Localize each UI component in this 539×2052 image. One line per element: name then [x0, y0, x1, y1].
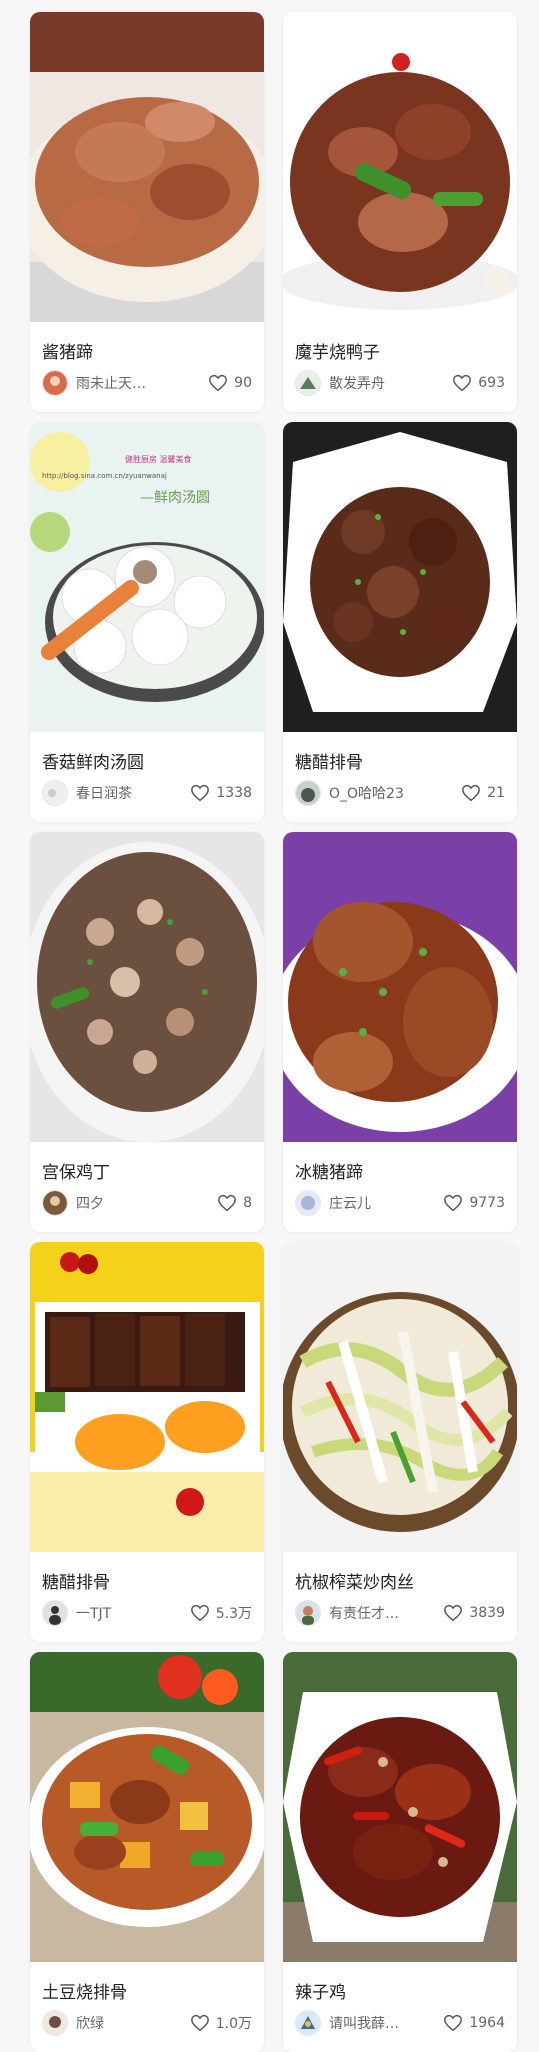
- heart-icon: [191, 784, 210, 802]
- like-count-value: 1.0万: [215, 2016, 252, 2032]
- heart-icon: [444, 1194, 463, 1212]
- recipe-photo[interactable]: [30, 1242, 264, 1552]
- recipe-meta: 一TJT 5.3万: [42, 1598, 252, 1628]
- like-count-value: 90: [234, 375, 252, 391]
- author-avatar[interactable]: [295, 780, 321, 806]
- like-count-value: 693: [478, 375, 505, 391]
- watermark-line2: http://blog.sina.com.cn/zyuanwanaj: [42, 472, 167, 480]
- heart-icon: [444, 1604, 463, 1622]
- recipe-photo[interactable]: [283, 832, 517, 1142]
- author-name[interactable]: O_O哈哈23: [329, 783, 455, 803]
- recipe-title[interactable]: 宫保鸡丁: [42, 1158, 110, 1183]
- author-avatar[interactable]: [42, 2010, 68, 2036]
- recipe-title[interactable]: 杭椒榨菜炒肉丝: [295, 1568, 414, 1593]
- author-avatar[interactable]: [42, 370, 68, 396]
- recipe-meta: 欣绿 1.0万: [42, 2008, 252, 2038]
- author-avatar[interactable]: [295, 1600, 321, 1626]
- author-avatar[interactable]: [295, 2010, 321, 2036]
- recipe-meta: 雨未止天… 90: [42, 368, 252, 398]
- recipe-card[interactable]: 宫保鸡丁 四夕 8: [30, 832, 264, 1232]
- recipe-title[interactable]: 糖醋排骨: [42, 1568, 110, 1593]
- heart-icon: [190, 1604, 209, 1622]
- author-name[interactable]: 雨未止天…: [76, 373, 202, 393]
- recipe-meta: 请叫我薛… 1964: [295, 2008, 505, 2038]
- like-count[interactable]: 1338: [190, 784, 252, 802]
- recipe-card[interactable]: 魔芋烧鸭子 散发弄舟 693: [283, 12, 517, 412]
- recipe-photo[interactable]: 健胜厨房 温馨美食 http://blog.sina.com.cn/zyuanw…: [30, 422, 264, 732]
- recipe-photo[interactable]: [30, 12, 264, 322]
- recipe-photo[interactable]: [30, 1652, 264, 1962]
- author-name[interactable]: 散发弄舟: [329, 373, 446, 393]
- author-avatar[interactable]: [42, 780, 68, 806]
- recipe-meta: O_O哈哈23 21: [295, 778, 505, 808]
- author-avatar[interactable]: [295, 1190, 321, 1216]
- watermark-line1: 健胜厨房 温馨美食: [125, 454, 192, 464]
- heart-icon: [190, 2014, 209, 2032]
- recipe-card[interactable]: 冰糖猪蹄 庄云儿 9773: [283, 832, 517, 1232]
- recipe-photo[interactable]: [283, 1242, 517, 1552]
- like-count[interactable]: 1.0万: [190, 2013, 252, 2033]
- author-name[interactable]: 春日润茶: [76, 783, 184, 803]
- recipe-meta: 四夕 8: [42, 1188, 252, 1218]
- author-name[interactable]: 四夕: [76, 1193, 211, 1213]
- like-count-value: 8: [243, 1195, 252, 1211]
- like-count-value: 1338: [216, 785, 252, 801]
- author-avatar[interactable]: [42, 1190, 68, 1216]
- recipe-card[interactable]: 土豆烧排骨 欣绿 1.0万: [30, 1652, 264, 2052]
- author-name[interactable]: 一TJT: [76, 1603, 184, 1623]
- recipe-photo[interactable]: [283, 12, 517, 322]
- like-count[interactable]: 5.3万: [190, 1603, 252, 1623]
- recipe-photo[interactable]: [283, 422, 517, 732]
- recipe-meta: 春日润茶 1338: [42, 778, 252, 808]
- heart-icon: [453, 374, 472, 392]
- recipe-title[interactable]: 冰糖猪蹄: [295, 1158, 363, 1183]
- like-count-value: 5.3万: [215, 1606, 252, 1622]
- like-count-value: 3839: [469, 1605, 505, 1621]
- recipe-meta: 有责任才… 3839: [295, 1598, 505, 1628]
- like-count[interactable]: 9773: [443, 1194, 505, 1212]
- recipe-card[interactable]: 糖醋排骨 O_O哈哈23 21: [283, 422, 517, 822]
- recipe-card[interactable]: 酱猪蹄 雨未止天… 90: [30, 12, 264, 412]
- author-name[interactable]: 欣绿: [76, 2013, 184, 2033]
- recipe-grid: 酱猪蹄 雨未止天… 90 魔芋烧鸭子 散发弄舟 693 健胜厨房 温馨美食 ht…: [0, 0, 539, 2052]
- recipe-card[interactable]: 杭椒榨菜炒肉丝 有责任才… 3839: [283, 1242, 517, 1642]
- watermark-caption: —鲜肉汤圆: [140, 490, 210, 506]
- like-count[interactable]: 8: [217, 1194, 252, 1212]
- author-avatar[interactable]: [42, 1600, 68, 1626]
- like-count[interactable]: 21: [461, 784, 505, 802]
- like-count-value: 1964: [469, 2015, 505, 2031]
- like-count[interactable]: 1964: [443, 2014, 505, 2032]
- recipe-meta: 庄云儿 9773: [295, 1188, 505, 1218]
- recipe-title[interactable]: 辣子鸡: [295, 1978, 346, 2003]
- like-count[interactable]: 693: [452, 374, 505, 392]
- author-name[interactable]: 有责任才…: [329, 1603, 437, 1623]
- author-name[interactable]: 庄云儿: [329, 1193, 437, 1213]
- recipe-title[interactable]: 酱猪蹄: [42, 338, 93, 363]
- recipe-card[interactable]: 辣子鸡 请叫我薛… 1964: [283, 1652, 517, 2052]
- author-avatar[interactable]: [295, 370, 321, 396]
- author-name[interactable]: 请叫我薛…: [329, 2013, 437, 2033]
- heart-icon: [209, 374, 228, 392]
- recipe-title[interactable]: 糖醋排骨: [295, 748, 363, 773]
- like-count-value: 9773: [469, 1195, 505, 1211]
- recipe-title[interactable]: 魔芋烧鸭子: [295, 338, 380, 363]
- like-count-value: 21: [487, 785, 505, 801]
- recipe-photo[interactable]: [283, 1652, 517, 1962]
- recipe-card[interactable]: 健胜厨房 温馨美食 http://blog.sina.com.cn/zyuanw…: [30, 422, 264, 822]
- heart-icon: [444, 2014, 463, 2032]
- heart-icon: [218, 1194, 236, 1212]
- like-count[interactable]: 90: [208, 374, 252, 392]
- recipe-meta: 散发弄舟 693: [295, 368, 505, 398]
- recipe-title[interactable]: 香菇鲜肉汤圆: [42, 748, 144, 773]
- heart-icon: [462, 784, 481, 802]
- recipe-card[interactable]: 糖醋排骨 一TJT 5.3万: [30, 1242, 264, 1642]
- recipe-photo[interactable]: [30, 832, 264, 1142]
- recipe-title[interactable]: 土豆烧排骨: [42, 1978, 127, 2003]
- like-count[interactable]: 3839: [443, 1604, 505, 1622]
